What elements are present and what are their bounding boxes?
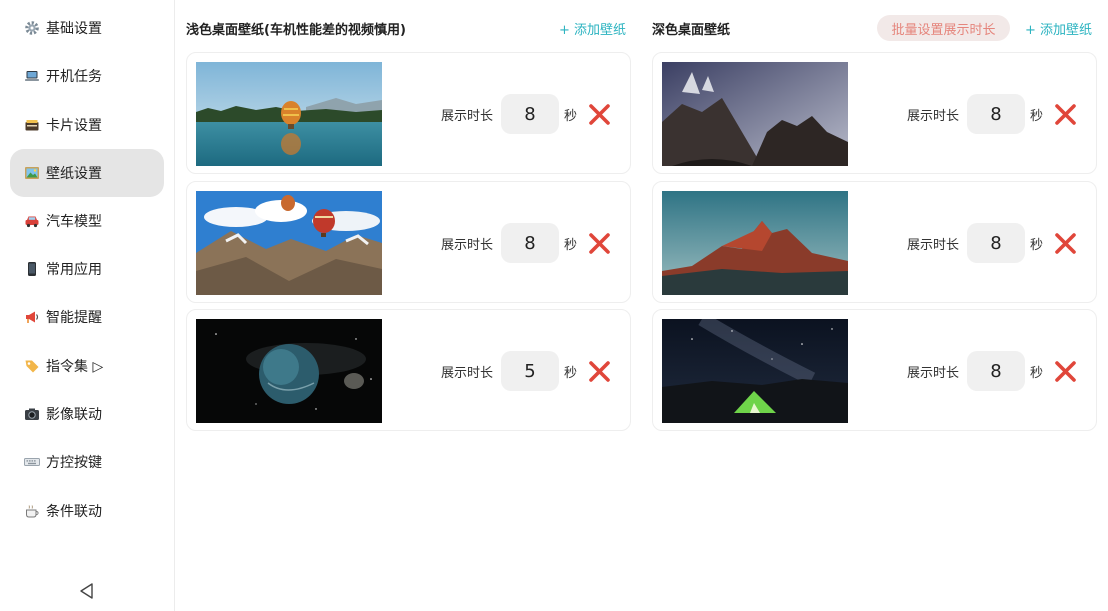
- sidebar-item-basic-settings[interactable]: 基础设置: [10, 4, 164, 52]
- wallpaper-thumbnail: [662, 62, 848, 166]
- dark-wallpaper-card: 展示时长 秒: [652, 309, 1097, 431]
- sidebar: 基础设置 开机任务 卡片设置 壁纸设置 汽车模型 常用应用 智能提醒 指令集 ▷…: [0, 0, 175, 611]
- phone-icon: [24, 261, 40, 277]
- wallpaper-thumbnail: [662, 312, 848, 423]
- wallpaper-thumbnail: [196, 191, 382, 295]
- wallpaper-thumbnail: [662, 191, 848, 295]
- duration-label: 展示时长: [907, 366, 960, 381]
- duration-label: 展示时长: [907, 238, 960, 253]
- sidebar-item-condition-linkage[interactable]: 条件联动: [10, 487, 164, 535]
- wallpaper-thumbnail: [196, 319, 382, 423]
- sidebar-item-label: 常用应用: [46, 262, 102, 278]
- duration-unit: 秒: [1030, 366, 1044, 381]
- light-wallpaper-title: 浅色桌面壁纸(车机性能差的视频慎用): [186, 23, 406, 38]
- sidebar-item-card-settings[interactable]: 卡片设置: [10, 101, 164, 149]
- duration-input[interactable]: [501, 94, 559, 134]
- dark-wallpaper-card: 展示时长 秒: [652, 181, 1097, 303]
- duration-label: 展示时长: [441, 366, 494, 381]
- delete-icon[interactable]: [588, 232, 611, 255]
- sidebar-item-label: 方控按键: [46, 455, 102, 471]
- duration-unit: 秒: [1030, 109, 1044, 124]
- duration-label: 展示时长: [907, 109, 960, 124]
- sidebar-item-smart-reminder[interactable]: 智能提醒: [10, 293, 164, 341]
- duration-input[interactable]: [501, 351, 559, 391]
- sidebar-item-label: 卡片设置: [46, 118, 102, 134]
- picture-icon: [24, 165, 40, 181]
- duration-label: 展示时长: [441, 109, 494, 124]
- dark-wallpaper-card: 展示时长 秒: [652, 52, 1097, 174]
- delete-icon[interactable]: [1054, 360, 1077, 383]
- duration-unit: 秒: [564, 238, 578, 253]
- light-wallpaper-card: 展示时长 秒: [186, 309, 631, 431]
- duration-input[interactable]: [967, 94, 1025, 134]
- tag-icon: [24, 358, 40, 374]
- light-add-wallpaper-button[interactable]: + 添加壁纸: [559, 19, 626, 38]
- sidebar-item-label: 影像联动: [46, 407, 102, 423]
- sidebar-item-label: 指令集 ▷: [46, 359, 104, 375]
- sidebar-item-image-linkage[interactable]: 影像联动: [10, 390, 164, 438]
- delete-icon[interactable]: [588, 103, 611, 126]
- delete-icon[interactable]: [1054, 103, 1077, 126]
- camera-icon: [24, 406, 40, 422]
- delete-icon[interactable]: [588, 360, 611, 383]
- sidebar-item-common-apps[interactable]: 常用应用: [10, 245, 164, 293]
- delete-icon[interactable]: [1054, 232, 1077, 255]
- sidebar-item-label: 条件联动: [46, 504, 102, 520]
- dark-wallpaper-title: 深色桌面壁纸: [652, 23, 731, 38]
- sidebar-item-label: 智能提醒: [46, 310, 102, 326]
- light-wallpaper-card: 展示时长 秒: [186, 52, 631, 174]
- duration-label: 展示时长: [441, 238, 494, 253]
- laptop-icon: [24, 68, 40, 84]
- megaphone-icon: [24, 309, 40, 325]
- sidebar-item-startup-tasks[interactable]: 开机任务: [10, 52, 164, 100]
- sidebar-item-label: 开机任务: [46, 69, 102, 85]
- duration-input[interactable]: [967, 351, 1025, 391]
- card-box-icon: [24, 117, 40, 133]
- back-triangle-icon[interactable]: [76, 580, 98, 602]
- duration-input[interactable]: [967, 223, 1025, 263]
- duration-unit: 秒: [1030, 238, 1044, 253]
- light-wallpaper-card: 展示时长 秒: [186, 181, 631, 303]
- car-icon: [24, 213, 40, 229]
- keyboard-icon: [24, 454, 40, 470]
- gear-icon: [24, 20, 40, 36]
- sidebar-item-car-model[interactable]: 汽车模型: [10, 197, 164, 245]
- sidebar-item-label: 基础设置: [46, 21, 102, 37]
- duration-unit: 秒: [564, 109, 578, 124]
- coffee-icon: [24, 503, 40, 519]
- duration-input[interactable]: [501, 223, 559, 263]
- duration-unit: 秒: [564, 366, 578, 381]
- sidebar-item-label: 汽车模型: [46, 214, 102, 230]
- sidebar-item-command-set[interactable]: 指令集 ▷: [10, 342, 164, 390]
- wallpaper-thumbnail: [196, 62, 382, 166]
- sidebar-item-steering-keys[interactable]: 方控按键: [10, 438, 164, 486]
- sidebar-item-wallpaper-settings[interactable]: 壁纸设置: [10, 149, 164, 197]
- sidebar-item-label: 壁纸设置: [46, 166, 102, 182]
- batch-set-duration-button[interactable]: 批量设置展示时长: [877, 15, 1010, 41]
- dark-add-wallpaper-button[interactable]: + 添加壁纸: [1025, 19, 1092, 38]
